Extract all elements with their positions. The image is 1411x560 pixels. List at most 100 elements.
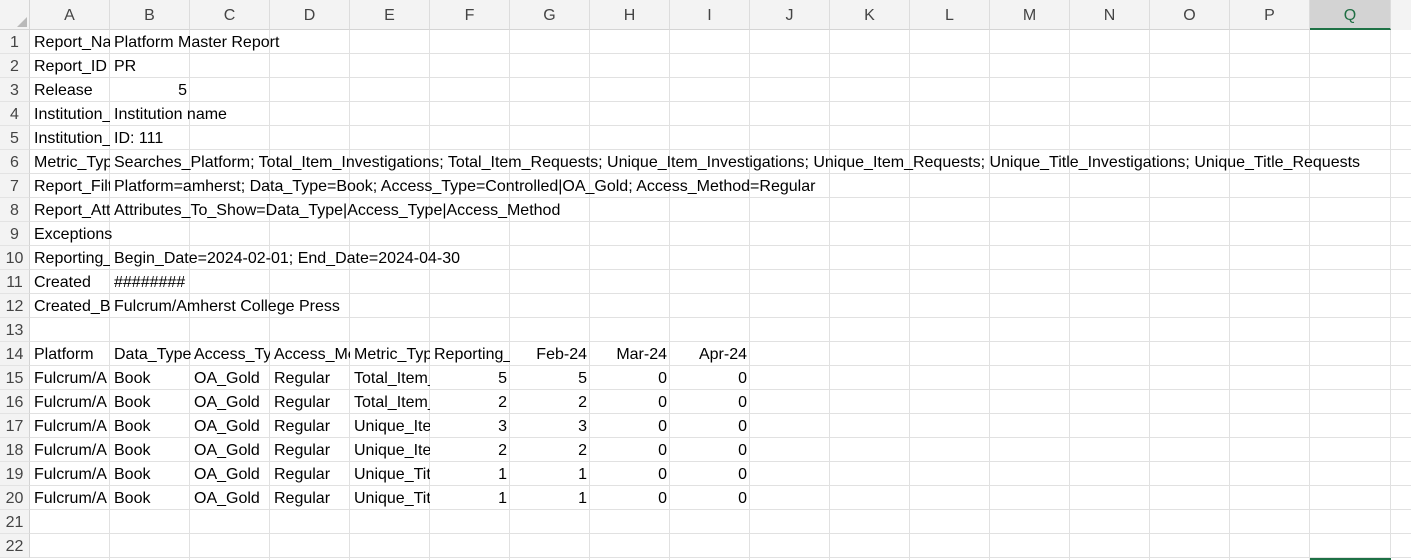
row-header-17[interactable]: 17 — [0, 414, 30, 438]
cell-g15[interactable]: 5 — [510, 366, 590, 390]
cell-d15[interactable]: Regular — [270, 366, 350, 390]
row-header-8[interactable]: 8 — [0, 198, 30, 222]
row-header-7[interactable]: 7 — [0, 174, 30, 198]
cell-a4[interactable]: Institution_ — [30, 102, 110, 126]
row-header-11[interactable]: 11 — [0, 270, 30, 294]
cell-b6[interactable]: Searches_Platform; Total_Item_Investigat… — [110, 150, 1391, 174]
cell-b3[interactable]: 5 — [110, 78, 190, 102]
cell-b7[interactable]: Platform=amherst; Data_Type=Book; Access… — [110, 174, 1391, 198]
cell-a2[interactable]: Report_ID — [30, 54, 110, 78]
cell-g17[interactable]: 3 — [510, 414, 590, 438]
cell-g14[interactable]: Feb-24 — [510, 342, 590, 366]
column-header-o[interactable]: O — [1150, 0, 1230, 30]
cell-c20[interactable]: OA_Gold — [190, 486, 270, 510]
column-header-c[interactable]: C — [190, 0, 270, 30]
cell-c15[interactable]: OA_Gold — [190, 366, 270, 390]
cell-c14[interactable]: Access_Ty — [190, 342, 270, 366]
cell-g20[interactable]: 1 — [510, 486, 590, 510]
cell-h15[interactable]: 0 — [590, 366, 670, 390]
cell-b20[interactable]: Book — [110, 486, 190, 510]
cell-d18[interactable]: Regular — [270, 438, 350, 462]
row-header-15[interactable]: 15 — [0, 366, 30, 390]
cell-f20[interactable]: 1 — [430, 486, 510, 510]
row-header-1[interactable]: 1 — [0, 30, 30, 54]
row-header-19[interactable]: 19 — [0, 462, 30, 486]
cell-h20[interactable]: 0 — [590, 486, 670, 510]
cell-b5[interactable]: ID: 111 — [110, 126, 1391, 150]
cell-a8[interactable]: Report_Att — [30, 198, 110, 222]
column-header-e[interactable]: E — [350, 0, 430, 30]
cell-i19[interactable]: 0 — [670, 462, 750, 486]
cell-a19[interactable]: Fulcrum/A — [30, 462, 110, 486]
cell-b15[interactable]: Book — [110, 366, 190, 390]
row-header-18[interactable]: 18 — [0, 438, 30, 462]
column-header-b[interactable]: B — [110, 0, 190, 30]
cell-a1[interactable]: Report_Na — [30, 30, 110, 54]
row-header-16[interactable]: 16 — [0, 390, 30, 414]
spreadsheet-grid[interactable]: ABCDEFGHIJKLMNOPQ 1 2 3 4 5 6 7 8 9 10 11 12 13 14 15 1… — [0, 0, 1411, 560]
row-header-22[interactable]: 22 — [0, 534, 30, 558]
cell-i18[interactable]: 0 — [670, 438, 750, 462]
cell-d16[interactable]: Regular — [270, 390, 350, 414]
cell-h19[interactable]: 0 — [590, 462, 670, 486]
cell-b1[interactable]: Platform Master Report — [110, 30, 1391, 54]
cell-b18[interactable]: Book — [110, 438, 190, 462]
cell-b2[interactable]: PR — [110, 54, 1391, 78]
cell-c17[interactable]: OA_Gold — [190, 414, 270, 438]
select-all-button[interactable] — [0, 0, 30, 30]
column-header-d[interactable]: D — [270, 0, 350, 30]
cell-h17[interactable]: 0 — [590, 414, 670, 438]
cell-f16[interactable]: 2 — [430, 390, 510, 414]
cell-a6[interactable]: Metric_Typ — [30, 150, 110, 174]
cell-h14[interactable]: Mar-24 — [590, 342, 670, 366]
cell-b12[interactable]: Fulcrum/Amherst College Press — [110, 294, 1391, 318]
cell-f18[interactable]: 2 — [430, 438, 510, 462]
cell-b14[interactable]: Data_Type — [110, 342, 191, 366]
cell-a9[interactable]: Exceptions — [30, 222, 1391, 246]
cell-b19[interactable]: Book — [110, 462, 190, 486]
cell-e15[interactable]: Total_Item_ — [350, 366, 430, 390]
row-header-20[interactable]: 20 — [0, 486, 30, 510]
row-header-6[interactable]: 6 — [0, 150, 30, 174]
row-header-3[interactable]: 3 — [0, 78, 30, 102]
cell-g19[interactable]: 1 — [510, 462, 590, 486]
cell-d14[interactable]: Access_Me — [270, 342, 350, 366]
cell-d20[interactable]: Regular — [270, 486, 350, 510]
column-header-f[interactable]: F — [430, 0, 510, 30]
column-header-h[interactable]: H — [590, 0, 670, 30]
cell-f14[interactable]: Reporting_ — [430, 342, 510, 366]
cell-d17[interactable]: Regular — [270, 414, 350, 438]
cell-i20[interactable]: 0 — [670, 486, 750, 510]
cell-a3[interactable]: Release — [30, 78, 110, 102]
column-header-j[interactable]: J — [750, 0, 830, 30]
column-header-n[interactable]: N — [1070, 0, 1150, 30]
row-header-4[interactable]: 4 — [0, 102, 30, 126]
cell-b11[interactable]: ######## — [110, 270, 1391, 294]
cell-g16[interactable]: 2 — [510, 390, 590, 414]
row-header-12[interactable]: 12 — [0, 294, 30, 318]
cell-d19[interactable]: Regular — [270, 462, 350, 486]
cell-f19[interactable]: 1 — [430, 462, 510, 486]
cell-e14[interactable]: Metric_Typ — [350, 342, 430, 366]
cell-a15[interactable]: Fulcrum/A — [30, 366, 110, 390]
column-header-k[interactable]: K — [830, 0, 910, 30]
cell-a12[interactable]: Created_B — [30, 294, 110, 318]
cell-h16[interactable]: 0 — [590, 390, 670, 414]
cell-a18[interactable]: Fulcrum/A — [30, 438, 110, 462]
cell-b16[interactable]: Book — [110, 390, 190, 414]
cell-b10[interactable]: Begin_Date=2024-02-01; End_Date=2024-04-… — [110, 246, 1391, 270]
cell-a20[interactable]: Fulcrum/A — [30, 486, 110, 510]
cell-i16[interactable]: 0 — [670, 390, 750, 414]
cell-c18[interactable]: OA_Gold — [190, 438, 270, 462]
cell-i14[interactable]: Apr-24 — [670, 342, 750, 366]
row-header-14[interactable]: 14 — [0, 342, 30, 366]
cell-a11[interactable]: Created — [30, 270, 110, 294]
cell-b4[interactable]: Institution name — [110, 102, 1391, 126]
row-header-10[interactable]: 10 — [0, 246, 30, 270]
cell-a5[interactable]: Institution_ — [30, 126, 110, 150]
column-header-g[interactable]: G — [510, 0, 590, 30]
row-header-9[interactable]: 9 — [0, 222, 30, 246]
row-header-13[interactable]: 13 — [0, 318, 30, 342]
cell-a16[interactable]: Fulcrum/A — [30, 390, 110, 414]
column-header-m[interactable]: M — [990, 0, 1070, 30]
